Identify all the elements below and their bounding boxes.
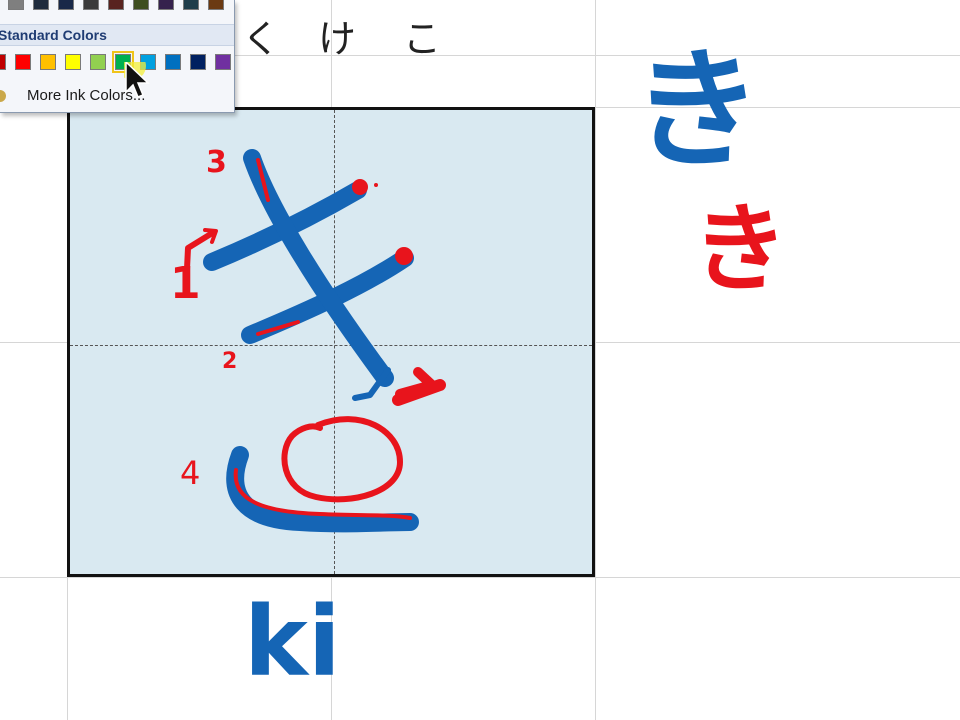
mouse-cursor-icon — [124, 62, 150, 98]
theme-color-swatch[interactable] — [33, 0, 49, 10]
theme-color-swatch[interactable] — [58, 0, 74, 10]
theme-color-swatch[interactable] — [183, 0, 199, 10]
standard-color-swatch[interactable] — [190, 54, 206, 70]
standard-colors-header: Standard Colors — [0, 24, 234, 46]
theme-color-swatch[interactable] — [108, 0, 124, 10]
guide-line-vertical — [334, 110, 335, 574]
standard-colors-label: Standard Colors — [0, 27, 107, 43]
grid-line — [595, 0, 596, 720]
ink-color-menu: Standard Colors More Ink Colors... — [0, 0, 235, 113]
grid-line — [0, 577, 960, 578]
practice-box — [67, 107, 595, 577]
standard-color-swatch[interactable] — [0, 54, 6, 70]
standard-color-swatch[interactable] — [40, 54, 56, 70]
more-ink-colors-item[interactable]: More Ink Colors... — [0, 82, 234, 110]
theme-color-swatch[interactable] — [133, 0, 149, 10]
kana-sample-blue: き — [632, 34, 762, 186]
color-wheel-icon — [0, 90, 6, 102]
standard-color-swatch[interactable] — [165, 54, 181, 70]
header-kana-ko: こ — [403, 17, 442, 61]
theme-color-swatch[interactable] — [158, 0, 174, 10]
kana-sample-red: き — [692, 193, 788, 305]
romaji-label: ki — [244, 586, 341, 698]
standard-color-swatch[interactable] — [90, 54, 106, 70]
theme-color-swatch[interactable] — [8, 0, 24, 10]
standard-color-swatch[interactable] — [65, 54, 81, 70]
theme-color-swatch[interactable] — [83, 0, 99, 10]
header-kana-ku: く — [242, 17, 281, 61]
theme-color-swatch[interactable] — [208, 0, 224, 10]
guide-line-horizontal — [70, 345, 592, 346]
header-kana-ke: け — [318, 17, 357, 61]
standard-color-swatch[interactable] — [15, 54, 31, 70]
standard-color-swatch[interactable] — [215, 54, 231, 70]
